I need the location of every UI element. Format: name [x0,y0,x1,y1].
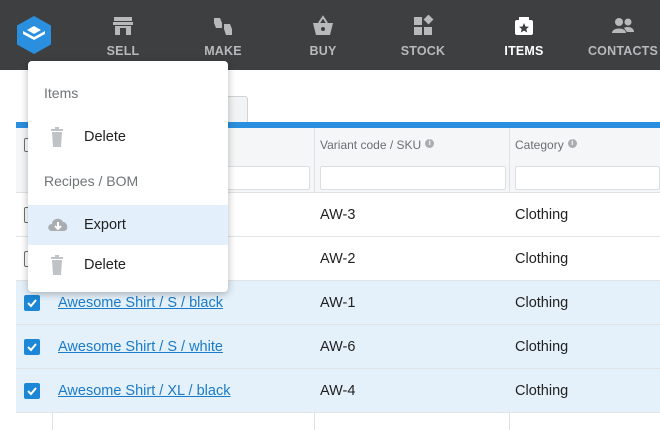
nav-label: STOCK [400,44,446,58]
basket-icon [311,15,335,37]
menu-item-delete-recipes[interactable]: Delete [28,245,228,285]
column-header-sku[interactable]: Variant code / SKU i [320,138,435,152]
nav-contacts[interactable]: CONTACTS [586,0,660,70]
category-cell: Clothing [515,207,569,223]
nav-buy[interactable]: BUY [298,0,348,70]
nav-label: ITEMS [504,44,544,58]
column-header-label: Variant code / SKU [320,138,422,152]
row-checkbox[interactable] [24,383,40,399]
trash-icon [46,254,68,276]
info-icon[interactable]: i [567,139,577,148]
sku-cell: AW-1 [320,295,356,311]
menu-item-label: Delete [84,257,126,273]
menu-item-delete-items[interactable]: Delete [28,117,228,157]
app-logo-icon[interactable] [14,15,54,55]
stock-icon [411,14,435,37]
trash-icon [46,126,68,148]
nav-stock[interactable]: STOCK [396,0,450,70]
menu-section-items: Items [44,85,79,101]
table-row[interactable]: Awesome Shirt / S / white AW-6 Clothing [16,325,660,369]
sku-cell: AW-6 [320,339,356,355]
item-name-link[interactable]: Awesome Shirt / S / black [58,295,223,311]
category-cell: Clothing [515,383,569,399]
info-icon[interactable]: i [425,139,435,148]
nav-make[interactable]: MAKE [194,0,252,70]
store-icon [111,15,135,37]
contacts-icon [611,15,635,37]
check-icon [27,343,37,352]
nav-items[interactable]: ITEMS [497,0,551,70]
nav-label: CONTACTS [587,44,659,58]
table-row[interactable]: Awesome Shirt / XL / black AW-4 Clothing [16,369,660,413]
sku-filter-input[interactable] [320,166,506,190]
menu-section-recipes: Recipes / BOM [44,173,139,189]
thumbs-icon [211,15,235,37]
nav-label: SELL [106,44,140,58]
menu-item-label: Export [84,217,126,233]
nav-label: BUY [309,44,337,58]
items-icon [512,15,536,37]
menu-item-label: Delete [84,129,126,145]
item-name-link[interactable]: Awesome Shirt / S / white [58,339,223,355]
column-header-label: Category [515,138,564,152]
nav-label: MAKE [204,44,242,58]
row-checkbox[interactable] [24,339,40,355]
item-name-link[interactable]: Awesome Shirt / XL / black [58,383,230,399]
nav-sell[interactable]: SELL [95,0,151,70]
category-cell: Clothing [515,339,569,355]
top-navigation: SELL MAKE BUY STOCK ITEMS CONTACTS [0,0,660,70]
category-cell: Clothing [515,295,569,311]
bulk-actions-menu: Items Delete Recipes / BOM Export Delete [28,61,228,292]
menu-item-export-recipes[interactable]: Export [28,205,228,245]
column-header-category[interactable]: Category i [515,138,577,152]
sku-cell: AW-4 [320,383,356,399]
check-icon [27,387,37,396]
category-cell: Clothing [515,251,569,267]
cloud-download-icon [46,214,68,236]
sku-cell: AW-3 [320,207,356,223]
check-icon [27,299,37,308]
sku-cell: AW-2 [320,251,356,267]
row-checkbox[interactable] [24,295,40,311]
category-filter-input[interactable] [515,166,660,190]
